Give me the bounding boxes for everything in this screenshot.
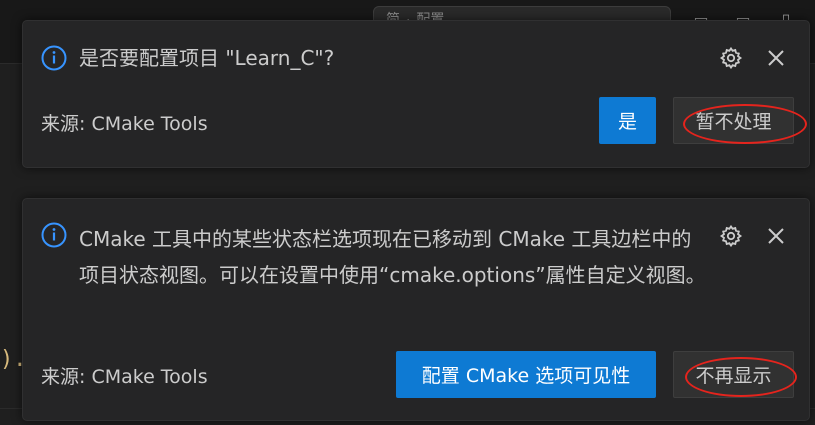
code-fragment: ). — [0, 347, 27, 372]
info-icon — [41, 45, 67, 71]
close-icon[interactable] — [762, 44, 790, 72]
not-now-button[interactable]: 暂不处理 — [673, 97, 794, 144]
notification-source: 来源: CMake Tools — [41, 366, 208, 388]
notification-status-bar-moved: CMake 工具中的某些状态栏选项现在已移动到 CMake 工具边栏中的项目状态… — [22, 198, 810, 421]
dont-show-again-button[interactable]: 不再显示 — [673, 351, 794, 398]
close-icon[interactable] — [762, 222, 790, 250]
notification-message: CMake 工具中的某些状态栏选项现在已移动到 CMake 工具边栏中的项目状态… — [79, 227, 706, 287]
configure-visibility-button[interactable]: 配置 CMake 选项可见性 — [396, 351, 656, 398]
gear-icon[interactable] — [717, 222, 745, 250]
info-icon — [41, 222, 67, 248]
notification-message: 是否要配置项目 "Learn_C"? — [79, 46, 335, 70]
yes-button[interactable]: 是 — [599, 97, 656, 144]
gear-icon[interactable] — [717, 44, 745, 72]
notification-configure-project: 是否要配置项目 "Learn_C"? 来源: CMake Tools 是 暂不处… — [22, 20, 810, 168]
notification-source: 来源: CMake Tools — [41, 113, 208, 135]
